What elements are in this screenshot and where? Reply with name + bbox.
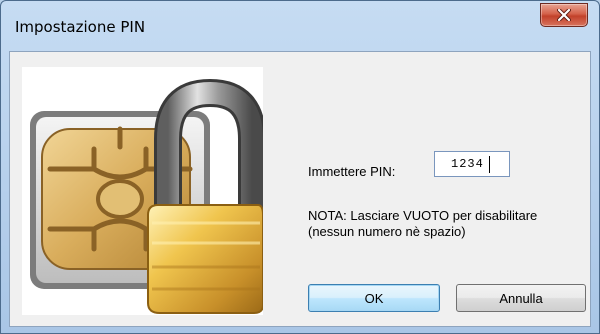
close-x-icon xyxy=(557,9,571,21)
sim-lock-image xyxy=(22,67,266,315)
cancel-button[interactable]: Annulla xyxy=(456,284,586,312)
pin-dialog-window: Impostazione PIN Immettere PIN: 1234 NOT… xyxy=(0,0,600,334)
ok-button[interactable]: OK xyxy=(308,284,440,312)
text-caret xyxy=(489,156,490,173)
title-bar[interactable]: Impostazione PIN xyxy=(1,1,599,51)
note-line-2: (nessun numero nè spazio) xyxy=(308,224,466,239)
dialog-body: Immettere PIN: NOTA: Lasciare VUOTO per … xyxy=(9,51,591,327)
note-text: NOTA: Lasciare VUOTO per disabilitare (n… xyxy=(308,208,578,240)
close-button[interactable] xyxy=(540,3,588,27)
sim-card-padlock-icon xyxy=(30,78,266,314)
note-line-1: NOTA: Lasciare VUOTO per disabilitare xyxy=(308,208,538,223)
window-title: Impostazione PIN xyxy=(15,18,146,36)
pin-input[interactable] xyxy=(434,151,510,177)
pin-label: Immettere PIN: xyxy=(308,164,396,179)
